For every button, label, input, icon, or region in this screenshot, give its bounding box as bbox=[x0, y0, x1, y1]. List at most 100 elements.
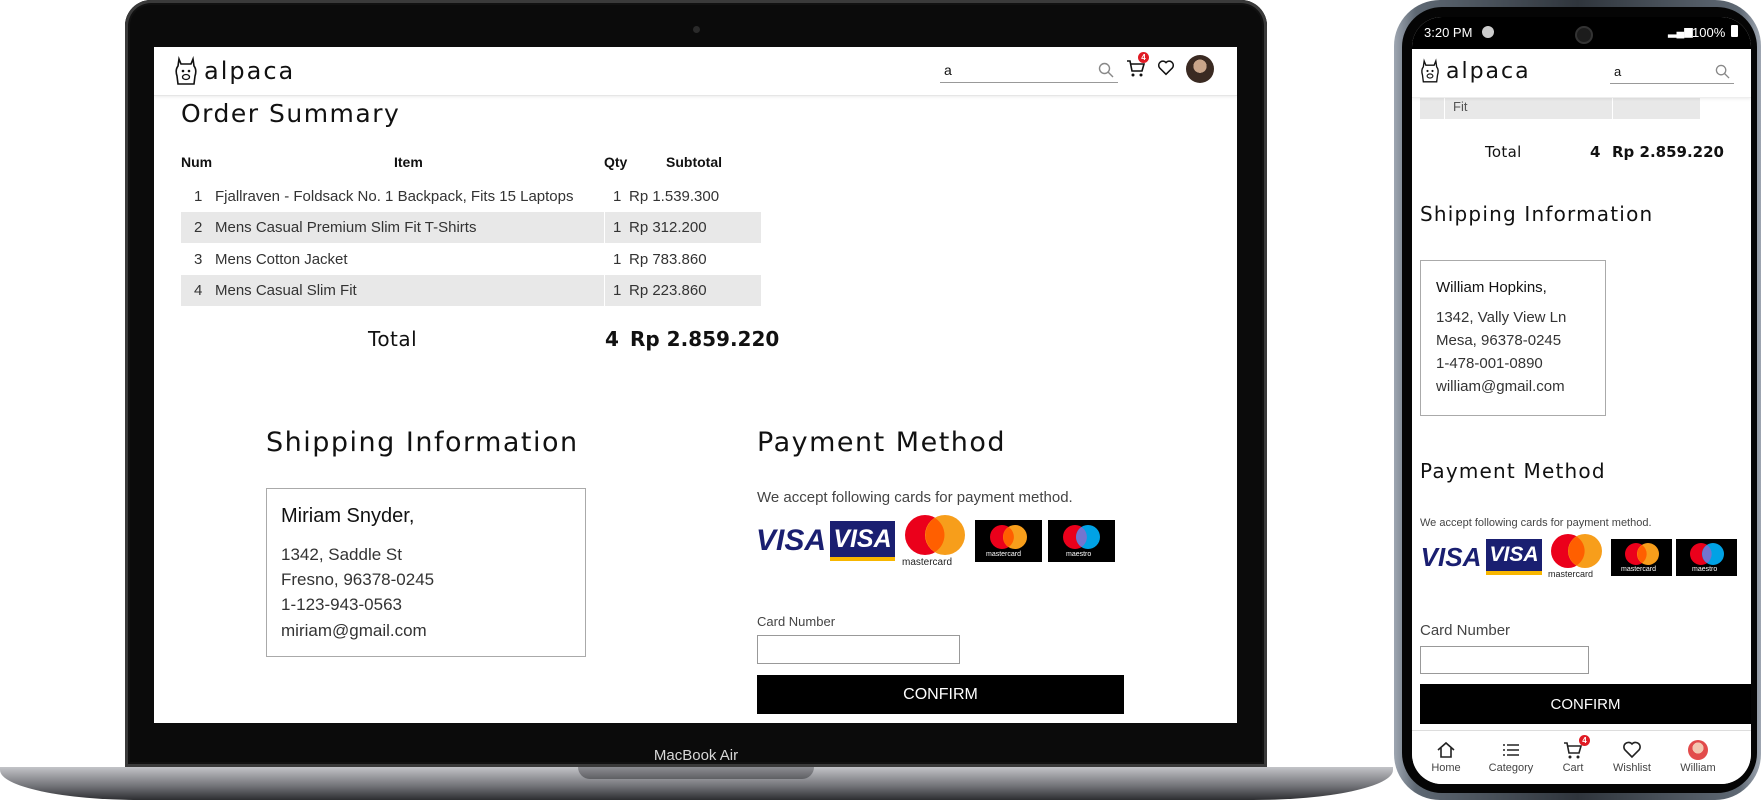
mastercard-logo: mastercard bbox=[1545, 531, 1607, 581]
col-header-subtotal: Subtotal bbox=[666, 154, 722, 170]
bottom-nav: Home Category 4 Cart Wishlist William bbox=[1412, 730, 1751, 784]
row-qty: 1 bbox=[613, 219, 622, 236]
logo[interactable]: alpaca bbox=[1420, 58, 1531, 84]
address-city: Mesa, 96378-0245 bbox=[1436, 332, 1562, 349]
maestro-label: maestro bbox=[1066, 551, 1092, 558]
address-street: 1342, Vally View Ln bbox=[1436, 309, 1567, 326]
home-icon bbox=[1437, 741, 1455, 758]
alpaca-logo-icon bbox=[175, 56, 197, 85]
payment-title: Payment Method bbox=[1420, 459, 1606, 483]
confirm-button[interactable]: CONFIRM bbox=[757, 675, 1124, 714]
row-item: Fjallraven - Foldsack No. 1 Backpack, Fi… bbox=[215, 188, 574, 205]
nav-label: William bbox=[1680, 762, 1716, 774]
laptop-camera bbox=[693, 26, 700, 33]
row-item: Mens Cotton Jacket bbox=[215, 251, 348, 268]
status-bar: 3:20 PM ▂▄▆ 100% bbox=[1412, 17, 1751, 49]
row-subtotal: Rp 1.539.300 bbox=[629, 188, 720, 205]
address-street: 1342, Saddle St bbox=[281, 545, 402, 564]
search-icon[interactable] bbox=[1098, 62, 1114, 78]
visa-logo-text: VISA bbox=[1420, 541, 1482, 572]
table-row: 3 Mens Cotton Jacket 1 Rp 783.860 bbox=[181, 244, 761, 274]
row-divider bbox=[604, 212, 605, 243]
cart-button[interactable]: 4 bbox=[1126, 52, 1149, 80]
row-subtotal: Rp 223.860 bbox=[629, 282, 707, 299]
card-number-label: Card Number bbox=[757, 614, 836, 629]
total-amount: Rp 2.859.220 bbox=[630, 327, 780, 351]
nav-cart[interactable]: 4 Cart bbox=[1543, 735, 1603, 774]
order-summary-title: Order Summary bbox=[181, 99, 401, 128]
device-label: MacBook Air bbox=[653, 747, 739, 764]
col-header-qty: Qty bbox=[604, 154, 628, 170]
nav-profile[interactable]: William bbox=[1668, 740, 1728, 774]
shipping-title: Shipping Information bbox=[266, 427, 579, 458]
nav-label: Home bbox=[1431, 762, 1461, 774]
address-email: miriam@gmail.com bbox=[281, 621, 427, 640]
maestro-logo: maestro bbox=[1048, 520, 1115, 562]
mastercard-logo: mastercard bbox=[899, 513, 971, 569]
row-qty: 1 bbox=[613, 251, 622, 268]
spotify-icon bbox=[1482, 26, 1494, 38]
total-qty: 4 bbox=[1590, 143, 1601, 161]
brand-name: alpaca bbox=[204, 57, 296, 85]
search-value: a bbox=[944, 61, 952, 78]
phone-screen: 3:20 PM ▂▄▆ 100% Fit Total 4 Rp 2.859.22… bbox=[1412, 17, 1751, 784]
cart-badge: 4 bbox=[1138, 52, 1149, 63]
col-header-item: Item bbox=[394, 154, 423, 170]
signal-icon: ▂▄▆ bbox=[1668, 26, 1693, 38]
heart-icon bbox=[1157, 60, 1175, 76]
row-subtotal: Rp 312.200 bbox=[629, 219, 707, 236]
battery-icon bbox=[1731, 25, 1738, 37]
battery-level: 100% bbox=[1692, 25, 1726, 40]
payment-description: We accept following cards for payment me… bbox=[757, 489, 1073, 506]
avatar[interactable] bbox=[1186, 55, 1214, 83]
nav-home[interactable]: Home bbox=[1416, 740, 1476, 774]
mastercard-logo: mastercard bbox=[975, 520, 1042, 562]
visa-logo: VISA bbox=[1486, 539, 1542, 575]
row-item-partial: Fit bbox=[1453, 99, 1468, 114]
row-num: 4 bbox=[194, 282, 203, 299]
maestro-logo: maestro bbox=[1676, 539, 1737, 576]
search-icon[interactable] bbox=[1715, 64, 1730, 79]
status-time: 3:20 PM bbox=[1424, 25, 1473, 40]
list-icon bbox=[1503, 744, 1519, 756]
table-row: 4 Mens Casual Slim Fit 1 Rp 223.860 bbox=[181, 275, 761, 306]
payment-description: We accept following cards for payment me… bbox=[1420, 517, 1652, 529]
wishlist-button[interactable] bbox=[1157, 59, 1175, 82]
confirm-button[interactable]: CONFIRM bbox=[1420, 684, 1751, 724]
heart-icon bbox=[1623, 741, 1641, 759]
visa-logo-text: VISA bbox=[755, 524, 827, 557]
card-number-input[interactable] bbox=[757, 635, 960, 664]
address-phone: 1-478-001-0890 bbox=[1436, 355, 1543, 372]
nav-label: Category bbox=[1488, 762, 1534, 774]
shipping-title: Shipping Information bbox=[1420, 202, 1654, 226]
mastercard-label: mastercard bbox=[1548, 569, 1594, 579]
alpaca-logo-icon bbox=[1421, 58, 1439, 83]
card-number-label: Card Number bbox=[1420, 622, 1511, 639]
laptop-hinge bbox=[578, 767, 814, 779]
address-email: william@gmail.com bbox=[1436, 378, 1565, 395]
nav-category[interactable]: Category bbox=[1481, 740, 1541, 774]
front-camera bbox=[1575, 26, 1593, 44]
logo[interactable]: alpaca bbox=[174, 56, 295, 86]
row-item: Mens Casual Slim Fit bbox=[215, 282, 357, 299]
address-city: Fresno, 96378-0245 bbox=[281, 570, 435, 589]
search-input[interactable]: a bbox=[1610, 60, 1734, 84]
search-input[interactable]: a bbox=[940, 57, 1118, 83]
card-number-input[interactable] bbox=[1420, 646, 1589, 674]
row-num: 3 bbox=[194, 251, 203, 268]
shipping-address-card: Miriam Snyder, 1342, Saddle St Fresno, 9… bbox=[266, 488, 586, 657]
nav-wishlist[interactable]: Wishlist bbox=[1602, 740, 1662, 774]
visa-logo: VISA bbox=[1420, 539, 1482, 575]
avatar bbox=[1688, 740, 1708, 760]
mastercard-label: mastercard bbox=[1621, 566, 1657, 573]
row-divider bbox=[604, 275, 605, 306]
total-qty: 4 bbox=[605, 327, 619, 351]
visa-logo: VISA bbox=[830, 521, 895, 561]
navbar: alpaca a bbox=[1412, 49, 1751, 98]
total-label: Total bbox=[368, 327, 418, 351]
payment-title: Payment Method bbox=[757, 427, 1007, 458]
visa-logo: VISA bbox=[756, 521, 826, 561]
visa-logo-text: VISA bbox=[833, 524, 892, 553]
cart-badge: 4 bbox=[1579, 735, 1590, 746]
table-row: 1 Fjallraven - Foldsack No. 1 Backpack, … bbox=[181, 181, 761, 211]
